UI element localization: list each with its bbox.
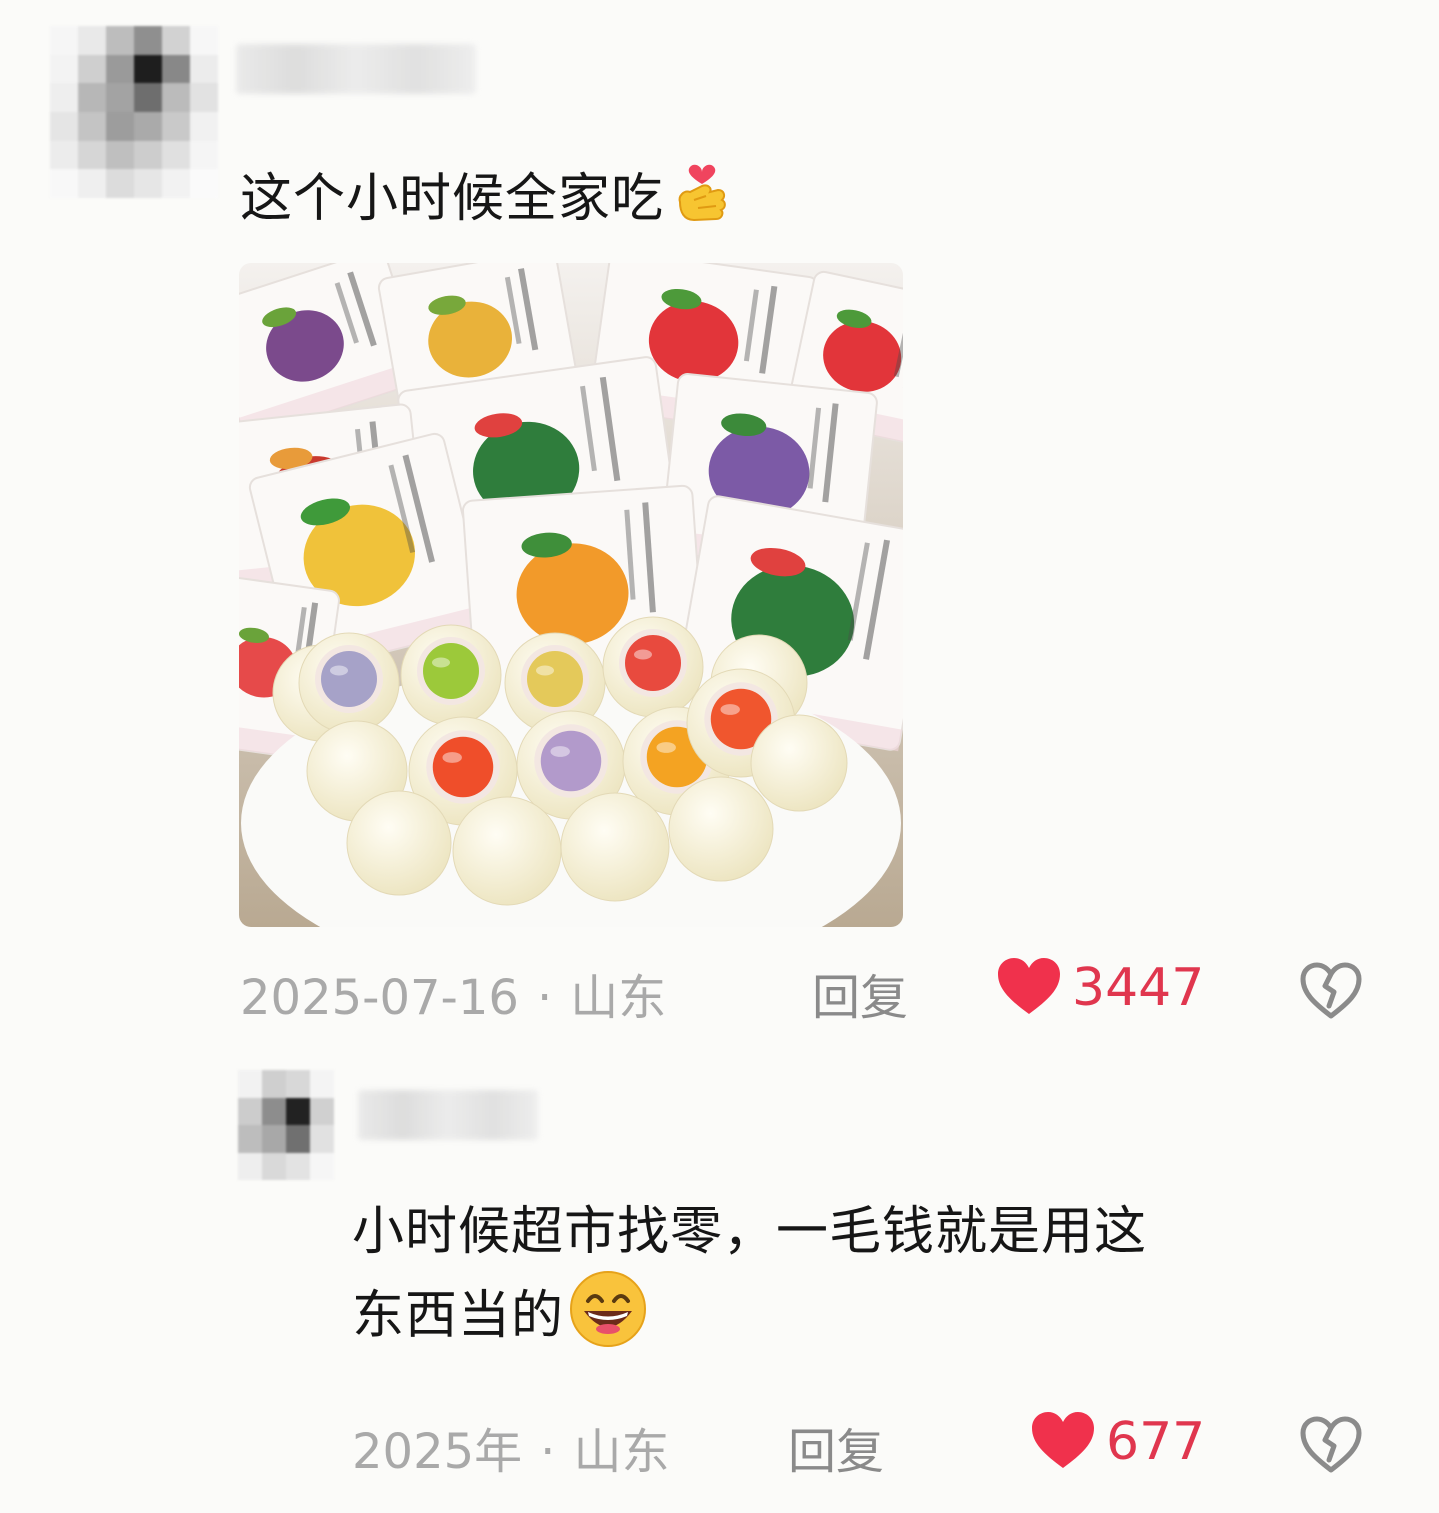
dislike-button[interactable] — [1298, 1414, 1364, 1478]
comment-date: 2025-07-16 — [240, 970, 519, 1026]
comment-meta: 2025年 · 山东 — [352, 1412, 669, 1482]
comment-location: 山东 — [570, 970, 667, 1026]
comment-location: 山东 — [573, 1424, 670, 1480]
heart-icon — [996, 956, 1062, 1020]
meta-separator: · — [536, 970, 553, 1026]
broken-heart-icon — [1298, 1416, 1364, 1478]
broken-heart-icon — [1298, 962, 1364, 1024]
like-button[interactable]: 3447 — [996, 956, 1204, 1020]
like-button[interactable]: 677 — [1030, 1410, 1205, 1474]
dislike-button[interactable] — [1298, 960, 1364, 1024]
username-blurred[interactable] — [358, 1090, 538, 1140]
comment-text-line-content: 东西当的 — [352, 1285, 565, 1346]
comment-text: 这个小时候全家吃 — [240, 156, 732, 248]
reply-button[interactable]: 回复 — [812, 958, 908, 1028]
finger-heart-emoji-icon — [672, 156, 732, 248]
heart-icon — [1030, 1410, 1096, 1474]
user-avatar[interactable] — [238, 1070, 334, 1180]
comment-text: 小时候超市找零，一毛钱就是用这 东西当的 — [352, 1196, 1392, 1369]
user-avatar[interactable] — [50, 26, 218, 198]
like-count: 3447 — [1072, 958, 1205, 1018]
like-count: 677 — [1106, 1412, 1206, 1472]
comment-text-line: 东西当的 — [352, 1269, 1392, 1369]
comment-date: 2025年 — [352, 1424, 523, 1480]
comment-meta: 2025-07-16 · 山东 — [240, 958, 666, 1028]
comment-text-line: 小时候超市找零，一毛钱就是用这 — [352, 1202, 1148, 1262]
meta-separator: · — [540, 1424, 556, 1480]
candy-photo[interactable] — [239, 263, 903, 927]
username-blurred[interactable] — [236, 44, 476, 94]
grinning-face-emoji-icon — [568, 1269, 648, 1369]
reply-button[interactable]: 回复 — [788, 1412, 884, 1482]
comment-text-content: 这个小时候全家吃 — [240, 168, 665, 229]
